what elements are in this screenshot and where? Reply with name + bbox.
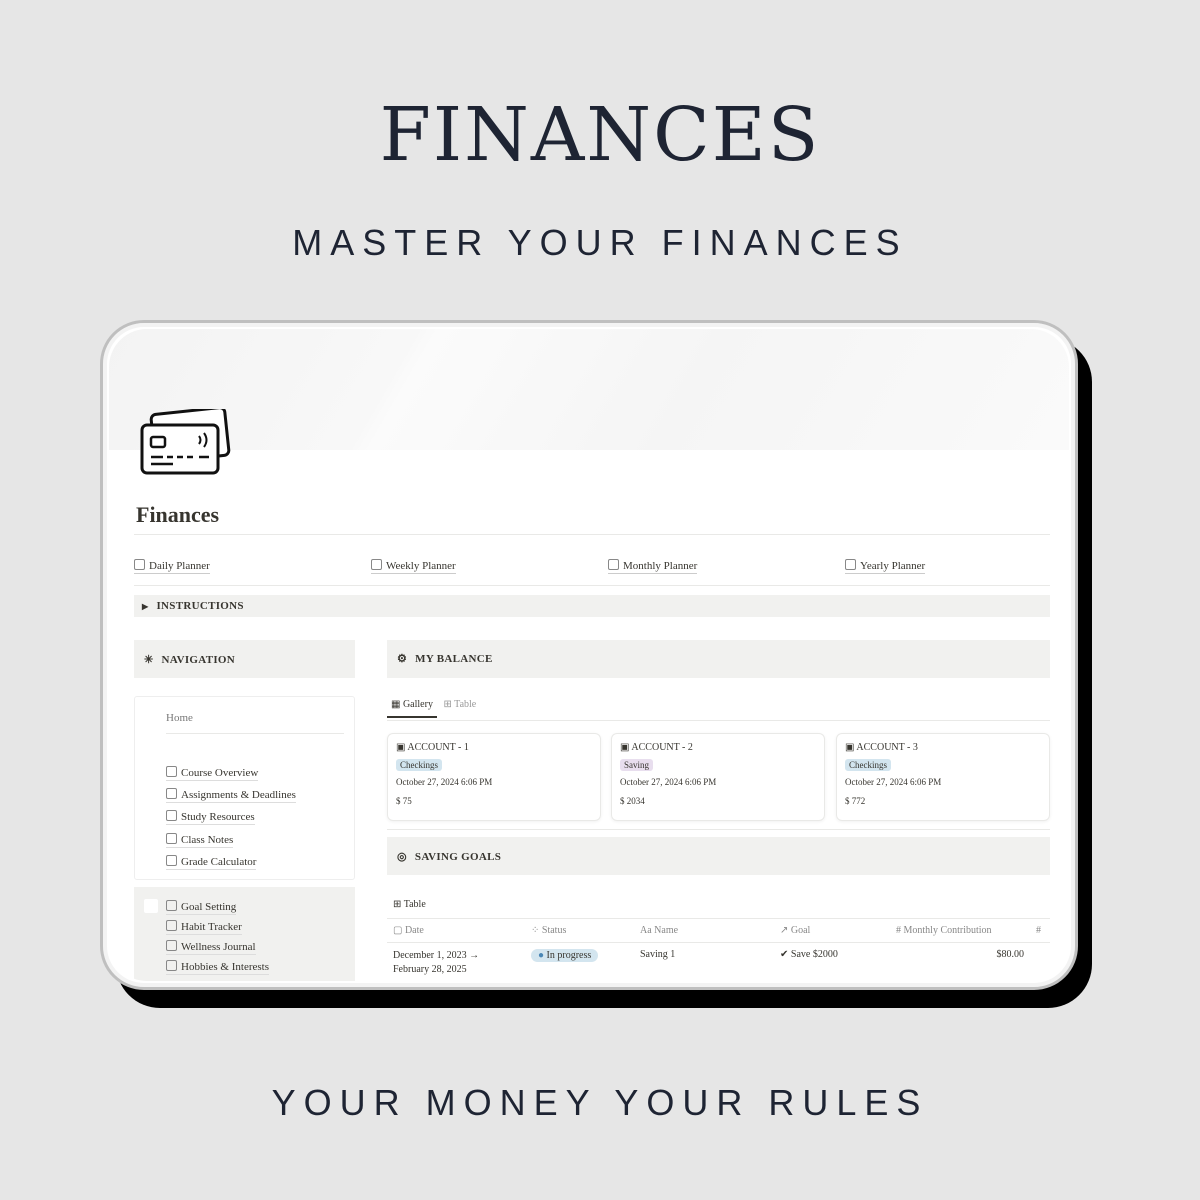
column-name[interactable]: Aa Name: [640, 925, 678, 936]
nav-goal-setting[interactable]: Goal Setting: [166, 900, 237, 915]
nav-course-overview[interactable]: Course Overview: [166, 766, 259, 781]
page-icon: [166, 960, 177, 971]
nav-home[interactable]: Home: [166, 711, 193, 725]
nav-habit-tracker[interactable]: Habit Tracker: [166, 920, 242, 935]
account-date: October 27, 2024 6:06 PM: [396, 777, 493, 787]
view-tabs: ▦ Gallery ⊞ Table: [387, 699, 476, 718]
account-type-tag: Saving: [620, 759, 654, 771]
account-date: October 27, 2024 6:06 PM: [620, 777, 717, 787]
link-daily-planner[interactable]: Daily Planner: [134, 559, 210, 574]
saving-goals-header: ◎ SAVING GOALS: [387, 837, 1050, 875]
my-balance-header: ⚙ MY BALANCE: [387, 640, 1050, 678]
checkbox[interactable]: [144, 899, 158, 913]
page-icon: [166, 855, 177, 866]
notion-page: Finances Daily Planner Weekly Planner Mo…: [109, 329, 1069, 981]
number-icon: #: [896, 925, 904, 936]
hero-footer: YOUR MONEY YOUR RULES: [271, 1082, 929, 1123]
calendar-icon: [371, 559, 382, 570]
target-icon: ◎: [397, 851, 407, 863]
nav-class-notes[interactable]: Class Notes: [166, 833, 234, 848]
instructions-toggle[interactable]: ▶ INSTRUCTIONS: [134, 595, 1050, 617]
status-icon: ⁘: [531, 925, 542, 936]
navigation-header: ✳ NAVIGATION: [134, 640, 355, 678]
table-icon: ⊞: [393, 899, 404, 910]
account-amount: $ 772: [845, 796, 866, 806]
page-icon: [166, 766, 177, 777]
account-amount: $ 2034: [620, 796, 645, 806]
account-card[interactable]: ▣ ACCOUNT - 2 Saving October 27, 2024 6:…: [611, 733, 825, 821]
account-date: October 27, 2024 6:06 PM: [845, 777, 942, 787]
credit-card-icon: [140, 409, 231, 475]
gallery-icon: ▦: [391, 699, 403, 710]
calendar-icon: [845, 559, 856, 570]
tablet-frame: Finances Daily Planner Weekly Planner Mo…: [100, 320, 1078, 990]
nav-wellness-journal[interactable]: Wellness Journal: [166, 940, 256, 955]
nav-grade-calculator[interactable]: Grade Calculator: [166, 855, 257, 870]
page-cover: [109, 329, 1069, 450]
hero-subtitle: MASTER YOUR FINANCES: [292, 222, 908, 263]
wallet-icon: ▣: [396, 742, 408, 753]
account-type-tag: Checkings: [845, 759, 891, 771]
page-icon: [166, 788, 177, 799]
tab-table[interactable]: ⊞ Table: [443, 699, 476, 710]
wallet-icon: ▣: [620, 742, 632, 753]
triangle-right-icon: ▶: [142, 602, 149, 611]
link-weekly-planner[interactable]: Weekly Planner: [371, 559, 456, 574]
nav-assignments[interactable]: Assignments & Deadlines: [166, 788, 296, 803]
relation-arrow-icon: ↗: [780, 925, 791, 936]
column-date[interactable]: ▢ Date: [393, 925, 424, 936]
wallet-icon: ▣: [845, 742, 857, 753]
page-icon: [166, 920, 177, 931]
text-icon: Aa: [640, 925, 655, 936]
sparkle-cursor-icon: ✳: [144, 654, 154, 666]
cell-goal[interactable]: ✔ Save $2000: [780, 949, 838, 960]
page-icon: [166, 900, 177, 911]
calendar-icon: [608, 559, 619, 570]
nav-hobbies[interactable]: Hobbies & Interests: [166, 960, 269, 975]
tab-gallery[interactable]: ▦ Gallery: [387, 699, 437, 718]
account-type-tag: Checkings: [396, 759, 442, 771]
view-table-tab[interactable]: ⊞ Table: [393, 899, 426, 910]
cell-date[interactable]: December 1, 2023 → February 28, 2025: [393, 949, 479, 977]
account-amount: $ 75: [396, 796, 412, 806]
status-badge[interactable]: ● In progress: [531, 949, 599, 962]
column-monthly-contribution[interactable]: # Monthly Contribution: [896, 925, 992, 936]
page-title: Finances: [136, 502, 220, 527]
page-icon: [166, 940, 177, 951]
column-goal[interactable]: ↗ Goal: [780, 925, 810, 936]
link-monthly-planner[interactable]: Monthly Planner: [608, 559, 698, 574]
calendar-icon: [134, 559, 145, 570]
cell-name[interactable]: Saving 1: [640, 949, 675, 960]
page-icon: [166, 833, 177, 844]
account-card[interactable]: ▣ ACCOUNT - 3 Checkings October 27, 2024…: [836, 733, 1050, 821]
table-icon: ⊞: [443, 699, 455, 710]
column-extra[interactable]: #: [1036, 925, 1041, 936]
column-status[interactable]: ⁘ Status: [531, 925, 566, 936]
calendar-icon: ▢: [393, 925, 405, 936]
page-icon: [166, 810, 177, 821]
cell-monthly-contribution[interactable]: $80.00: [896, 949, 1025, 960]
hero-title: FINANCES: [379, 92, 821, 178]
check-circle-icon: ✔: [780, 949, 791, 960]
account-card[interactable]: ▣ ACCOUNT - 1 Checkings October 27, 2024…: [387, 733, 601, 821]
coins-icon: ⚙: [397, 653, 408, 665]
link-yearly-planner[interactable]: Yearly Planner: [845, 559, 926, 574]
nav-study-resources[interactable]: Study Resources: [166, 810, 255, 825]
